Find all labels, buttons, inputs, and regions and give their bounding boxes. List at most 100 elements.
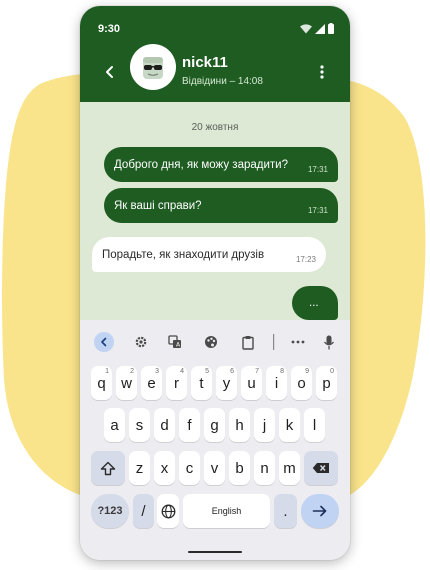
key-c[interactable]: c xyxy=(179,451,200,485)
overflow-menu-button[interactable] xyxy=(310,60,334,84)
gesture-nav-handle[interactable] xyxy=(188,551,242,553)
key-label: a xyxy=(110,416,119,434)
key-hint: 2 xyxy=(130,368,134,375)
key-label: m xyxy=(283,459,296,477)
space-key[interactable]: English xyxy=(183,494,270,528)
more-horiz-icon xyxy=(291,340,305,344)
key-m[interactable]: m xyxy=(279,451,300,485)
message-bubble[interactable]: Доброго дня, як можу зарадити? 17:31 xyxy=(104,147,338,182)
contact-name: nick11 xyxy=(182,54,228,71)
key-p[interactable]: p0 xyxy=(316,366,337,400)
theme-button[interactable] xyxy=(201,332,221,352)
key-d[interactable]: d xyxy=(154,408,175,442)
key-q[interactable]: q1 xyxy=(91,366,112,400)
slash-key[interactable]: / xyxy=(133,494,154,528)
key-label: t xyxy=(199,374,204,392)
clipboard-button[interactable] xyxy=(238,332,258,352)
key-label: o xyxy=(297,374,306,392)
key-a[interactable]: a xyxy=(104,408,125,442)
more-vert-icon xyxy=(320,65,324,79)
voice-input-button[interactable] xyxy=(319,332,339,352)
enter-key[interactable] xyxy=(301,494,339,528)
globe-icon xyxy=(161,504,175,518)
key-r[interactable]: r4 xyxy=(166,366,187,400)
key-label: b xyxy=(235,459,244,477)
key-hint: 6 xyxy=(230,368,234,375)
mic-icon xyxy=(323,335,335,349)
language-switch-key[interactable] xyxy=(157,494,179,528)
message-text: Доброго дня, як можу зарадити? xyxy=(114,159,288,171)
period-key[interactable]: . xyxy=(274,494,297,528)
key-label: x xyxy=(160,459,169,477)
key-label: v xyxy=(210,459,219,477)
translate-button[interactable]: A xyxy=(165,332,185,352)
avatar[interactable] xyxy=(130,44,176,90)
wifi-icon xyxy=(300,23,312,33)
key-n[interactable]: n xyxy=(254,451,275,485)
chevron-left-icon xyxy=(101,337,107,347)
key-i[interactable]: i8 xyxy=(266,366,287,400)
settings-button[interactable] xyxy=(131,332,151,352)
key-label: g xyxy=(210,416,219,434)
arrow-right-icon xyxy=(312,505,327,517)
key-t[interactable]: t5 xyxy=(191,366,212,400)
key-e[interactable]: e3 xyxy=(141,366,162,400)
key-label: l xyxy=(312,416,317,434)
key-hint: 7 xyxy=(255,368,259,375)
keyboard-toolbar: A xyxy=(80,320,350,364)
key-hint: 8 xyxy=(280,368,284,375)
shift-key[interactable] xyxy=(91,451,125,485)
collapse-keyboard-button[interactable] xyxy=(94,332,114,352)
message-bubble[interactable]: Як ваші справи? 17:31 xyxy=(104,188,338,223)
key-w[interactable]: w2 xyxy=(116,366,137,400)
key-hint: 4 xyxy=(180,368,184,375)
key-label: i xyxy=(274,374,279,392)
key-label: u xyxy=(247,374,256,392)
key-hint: 0 xyxy=(330,368,334,375)
more-options-button[interactable] xyxy=(288,332,308,352)
clipboard-icon xyxy=(242,335,254,350)
palette-icon xyxy=(205,336,217,348)
key-label: ?123 xyxy=(97,505,123,517)
contact-last-seen: Відвідини – 14:08 xyxy=(182,76,263,87)
chat-area[interactable]: 20 жовтня Доброго дня, як можу зарадити?… xyxy=(80,102,350,320)
key-f[interactable]: f xyxy=(179,408,200,442)
key-hint: 3 xyxy=(155,368,159,375)
key-label: n xyxy=(260,459,269,477)
settings-icon xyxy=(135,336,147,348)
toolbar-divider xyxy=(264,332,284,352)
key-z[interactable]: z xyxy=(129,451,150,485)
key-label: k xyxy=(285,416,294,434)
symbols-key[interactable]: ?123 xyxy=(91,494,129,528)
key-u[interactable]: u7 xyxy=(241,366,262,400)
message-text: Як ваші справи? xyxy=(114,200,202,212)
key-label: p xyxy=(322,374,331,392)
key-k[interactable]: k xyxy=(279,408,300,442)
key-g[interactable]: g xyxy=(204,408,225,442)
key-v[interactable]: v xyxy=(204,451,225,485)
backspace-icon xyxy=(312,463,329,473)
shift-icon xyxy=(100,461,116,475)
backspace-key[interactable] xyxy=(304,451,338,485)
key-y[interactable]: y6 xyxy=(216,366,237,400)
key-label: h xyxy=(235,416,244,434)
key-label: d xyxy=(160,416,169,434)
key-b[interactable]: b xyxy=(229,451,250,485)
key-s[interactable]: s xyxy=(129,408,150,442)
message-bubble[interactable]: Порадьте, як знаходити друзів 17:23 xyxy=(92,237,326,272)
chat-header: nick11 Відвідини – 14:08 xyxy=(80,44,350,102)
divider-icon xyxy=(273,334,275,350)
key-label: f xyxy=(187,416,192,434)
key-o[interactable]: o9 xyxy=(291,366,312,400)
key-x[interactable]: x xyxy=(154,451,175,485)
key-l[interactable]: l xyxy=(304,408,325,442)
key-h[interactable]: h xyxy=(229,408,250,442)
back-button[interactable] xyxy=(98,60,122,84)
key-j[interactable]: j xyxy=(254,408,275,442)
typing-bubble[interactable]: ... xyxy=(292,286,338,320)
key-label: z xyxy=(135,459,144,477)
key-label: r xyxy=(174,374,179,392)
key-hint: 9 xyxy=(305,368,309,375)
message-text: Порадьте, як знаходити друзів xyxy=(102,249,265,261)
message-time: 17:31 xyxy=(307,206,328,215)
